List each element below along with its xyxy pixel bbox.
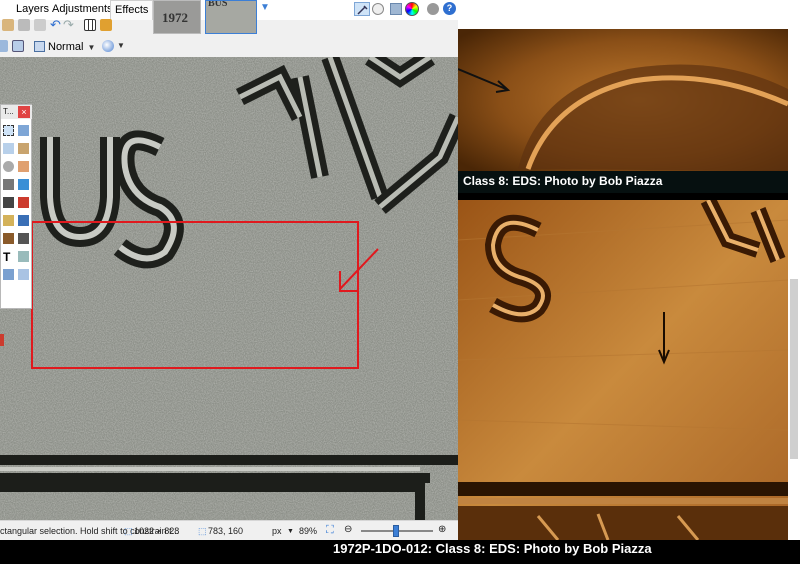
pan-tool-icon[interactable] xyxy=(18,161,29,172)
tabs-dropdown-icon[interactable]: ▼ xyxy=(260,2,270,13)
zoom-slider-thumb[interactable] xyxy=(393,525,399,537)
image-canvas[interactable] xyxy=(0,57,458,520)
deselect-icon[interactable] xyxy=(34,19,46,31)
rectangle-select-tool-icon[interactable] xyxy=(3,125,14,136)
caption-bar-top: Class 8: EDS: Photo by Bob Piazza xyxy=(458,171,788,193)
brush-tool-icon[interactable] xyxy=(3,215,14,226)
redo-icon[interactable]: ↷ xyxy=(63,17,74,33)
thumb-label: BUS xyxy=(208,0,228,9)
edit-toolbar: ↶ ↷ xyxy=(0,17,150,33)
collapsed-panel-tab[interactable] xyxy=(0,334,4,346)
settings-gear-icon[interactable] xyxy=(427,3,439,15)
bottom-photo-caption: 1972P-1DO-012: Class 8: EDS: Photo by Bo… xyxy=(333,541,652,556)
menu-adjustments[interactable]: Adjustments xyxy=(52,3,113,15)
bottom-caption-bar: 1972P-1DO-012: Class 8: EDS: Photo by Bo… xyxy=(0,540,800,564)
antialias-icon[interactable] xyxy=(102,40,114,52)
ellipse-select-tool-icon[interactable] xyxy=(3,161,14,172)
tools-window-icon[interactable] xyxy=(354,2,370,16)
thumb-label: 1972 xyxy=(162,10,188,25)
tools-panel: T... × T xyxy=(0,104,32,309)
move-selection-tool-icon[interactable] xyxy=(18,143,29,154)
grid-icon[interactable] xyxy=(84,19,96,31)
reference-photos: Class 8: EDS: Photo by Bob Piazza xyxy=(458,0,800,564)
crop-icon[interactable] xyxy=(18,19,30,31)
gradient-tool-icon[interactable] xyxy=(18,269,29,280)
chevron-down-icon: ▼ xyxy=(87,43,96,52)
paint-net-window: Layers Adjustments Effects 1972 BUS ▼ ? … xyxy=(0,0,458,540)
paste-icon[interactable] xyxy=(2,19,14,31)
ruler-icon[interactable] xyxy=(100,19,112,31)
zoom-out-icon[interactable]: ⊖ xyxy=(344,524,352,535)
text-tool-icon[interactable]: T xyxy=(3,250,10,264)
photo-top xyxy=(458,29,788,171)
move-tool-icon[interactable] xyxy=(18,125,29,136)
status-bar: ctangular selection. Hold shift to const… xyxy=(0,520,458,540)
chevron-down-icon[interactable]: ▼ xyxy=(287,528,294,535)
paint-bucket-tool-icon[interactable] xyxy=(18,179,29,190)
top-photo-caption: Class 8: EDS: Photo by Bob Piazza xyxy=(463,174,663,188)
shapes-tool-icon[interactable] xyxy=(3,269,14,280)
scrollbar-strip xyxy=(788,29,800,540)
recolor-tool-icon[interactable] xyxy=(3,233,14,244)
cursor-position-icon: ⬚ xyxy=(198,526,207,536)
image-tab-bus[interactable]: BUS xyxy=(205,0,257,34)
blend-mode-select[interactable]: Normal ▼ xyxy=(34,39,95,55)
zoom-in-icon[interactable]: ⊕ xyxy=(438,524,446,535)
line-tool-icon[interactable] xyxy=(18,251,29,262)
coin-closeup-image xyxy=(0,57,458,520)
tool-options-bar: Normal ▼ ▼ xyxy=(0,36,458,56)
cursor-position: 783, 160 xyxy=(208,526,244,536)
lasso-tool-icon[interactable] xyxy=(3,143,14,154)
eraser-tool-icon[interactable] xyxy=(18,197,29,208)
unit-select[interactable]: px xyxy=(272,526,282,536)
selection-mode-icon[interactable] xyxy=(0,40,8,52)
color-picker-tool-icon[interactable] xyxy=(18,233,29,244)
close-icon[interactable]: × xyxy=(18,106,30,118)
image-size: 1022 × 828 xyxy=(134,526,180,536)
pencil-tool-icon[interactable] xyxy=(3,197,14,208)
menu-layers[interactable]: Layers xyxy=(16,3,49,15)
blend-mode-icon xyxy=(34,41,45,52)
history-icon[interactable] xyxy=(372,3,384,15)
selection-combine-icon[interactable] xyxy=(12,40,24,52)
undo-icon[interactable]: ↶ xyxy=(50,17,61,33)
colors-icon[interactable] xyxy=(405,2,419,16)
photo-bottom xyxy=(458,200,788,540)
blend-mode-value: Normal xyxy=(48,41,84,53)
top-blank-area xyxy=(458,0,800,29)
chevron-down-icon[interactable]: ▼ xyxy=(117,41,125,50)
zoom-level[interactable]: 89% xyxy=(299,526,317,536)
help-icon[interactable]: ? xyxy=(443,2,456,15)
zoom-to-window-icon[interactable]: ⛶ xyxy=(326,524,334,537)
layers-icon[interactable] xyxy=(390,3,402,15)
image-tab-1972[interactable]: 1972 xyxy=(153,0,201,34)
image-size-icon: ⬚ xyxy=(124,526,133,536)
clone-stamp-tool-icon[interactable] xyxy=(18,215,29,226)
magic-wand-tool-icon[interactable] xyxy=(3,179,14,190)
